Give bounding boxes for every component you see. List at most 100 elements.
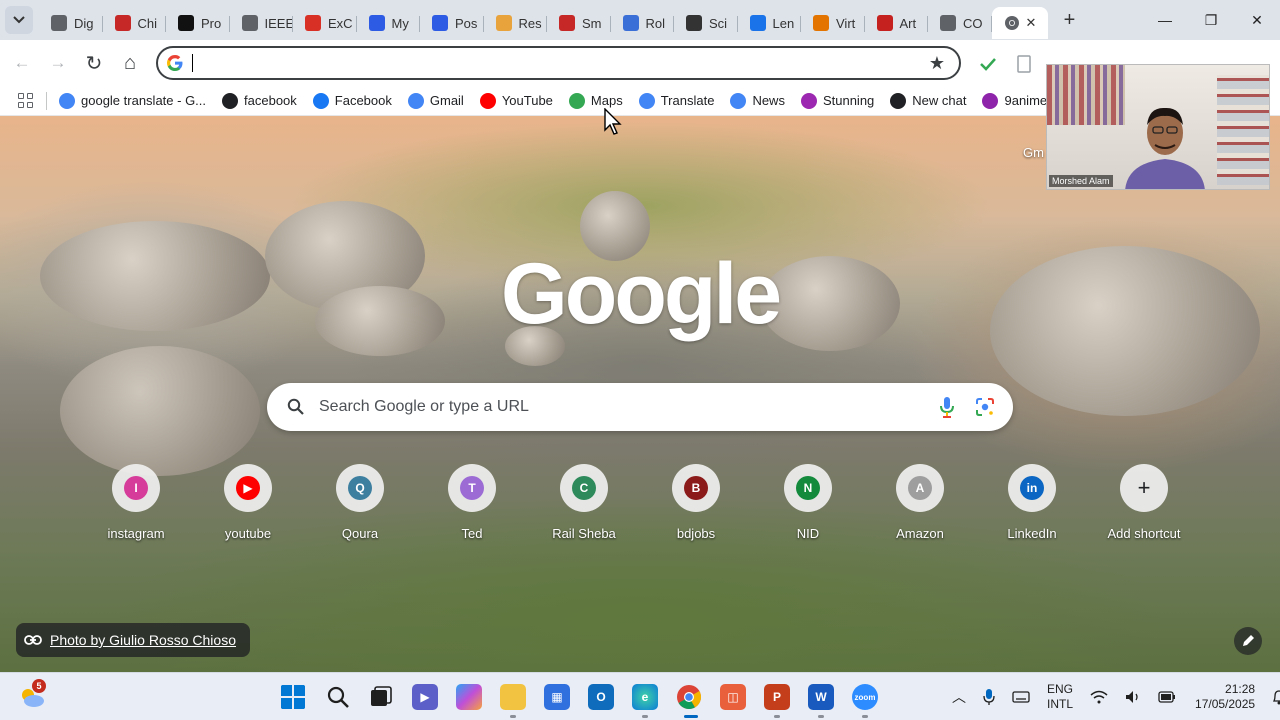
bookmark-7[interactable]: News	[730, 92, 785, 109]
shortcut-tile[interactable]: +	[1120, 464, 1168, 512]
ntp-search-box[interactable]: Search Google or type a URL	[267, 383, 1013, 431]
google-lens-icon[interactable]	[975, 397, 995, 417]
shortcut-1[interactable]: ▶ youtube	[192, 464, 304, 541]
close-window-button[interactable]: ✕	[1234, 0, 1280, 40]
shortcut-2[interactable]: Q Qoura	[304, 464, 416, 541]
shortcut-4[interactable]: C Rail Sheba	[528, 464, 640, 541]
bookmark-0[interactable]: google translate - G...	[59, 92, 206, 109]
battery-icon[interactable]	[1158, 691, 1176, 703]
tab-0[interactable]: Dig	[39, 7, 103, 39]
new-tab-button[interactable]: +	[1056, 6, 1084, 34]
shortcut-tile[interactable]: Q	[336, 464, 384, 512]
show-hidden-icons-chevron-icon[interactable]: ︿	[952, 687, 966, 707]
forward-button[interactable]: →	[42, 47, 74, 79]
bookmark-9[interactable]: New chat	[890, 92, 966, 109]
zoom-icon[interactable]: zoom	[852, 684, 878, 710]
customize-edit-button[interactable]	[1234, 627, 1262, 655]
shortcut-7[interactable]: A Amazon	[864, 464, 976, 541]
shortcut-tile[interactable]: ▶	[224, 464, 272, 512]
home-button[interactable]: ⌂	[114, 47, 146, 79]
shortcut-tile[interactable]: N	[784, 464, 832, 512]
shortcut-tile[interactable]: C	[560, 464, 608, 512]
tab-4[interactable]: ExC	[293, 7, 357, 39]
bookmark-star-icon[interactable]: ★	[929, 53, 945, 74]
bookmark-6[interactable]: Translate	[638, 92, 714, 109]
tab-3[interactable]: IEEE	[230, 7, 293, 39]
keyboard-icon[interactable]	[1012, 690, 1030, 704]
shortcut-5[interactable]: Bbdjobs	[640, 464, 752, 541]
document-extension-icon[interactable]	[1014, 55, 1034, 73]
address-bar[interactable]: ★	[156, 46, 961, 80]
tab-label: My	[391, 15, 409, 31]
clock[interactable]: 21:28 17/05/2025	[1195, 682, 1255, 712]
bookmark-4[interactable]: YouTube	[479, 92, 553, 109]
volume-icon[interactable]	[1125, 690, 1141, 704]
tab-search-button[interactable]	[5, 6, 33, 34]
tab-10[interactable]: Sci	[674, 7, 738, 39]
file-explorer-icon[interactable]	[500, 684, 526, 710]
address-input[interactable]	[201, 51, 959, 75]
google-icon	[59, 92, 75, 109]
shortcut-tile[interactable]: T	[448, 464, 496, 512]
running-indicator	[774, 715, 780, 718]
chrome-icon[interactable]	[676, 684, 702, 710]
shortcut-tile[interactable]: I	[112, 464, 160, 512]
tab-5[interactable]: My	[357, 7, 421, 39]
task-view-icon[interactable]	[368, 684, 394, 710]
copilot-icon[interactable]	[456, 684, 482, 710]
teams-icon[interactable]: ▶	[412, 684, 438, 710]
tab-8[interactable]: Sm	[547, 7, 611, 39]
shortcut-6[interactable]: N NID	[752, 464, 864, 541]
shortcut-8[interactable]: in LinkedIn	[976, 464, 1088, 541]
diamond-icon	[622, 15, 639, 31]
tab-14[interactable]: CO	[928, 7, 992, 39]
microphone-icon[interactable]	[937, 396, 957, 418]
tab-1[interactable]: Chi	[103, 7, 167, 39]
powerpoint-icon[interactable]: P	[764, 684, 790, 710]
apps-grid-icon[interactable]	[18, 92, 34, 109]
tab-label: Res	[518, 15, 542, 31]
snipping-tool-icon[interactable]: ◫	[720, 684, 746, 710]
shortcut-0[interactable]: Iinstagram	[80, 464, 192, 541]
shortcut-tile[interactable]: A	[896, 464, 944, 512]
tab-7[interactable]: Res	[484, 7, 548, 39]
microsoft-store-icon[interactable]: ▦	[544, 684, 570, 710]
gmail-link[interactable]: Gm	[1023, 145, 1044, 160]
video-call-overlay[interactable]: Morshed Alam	[1046, 64, 1270, 190]
tab-2[interactable]: Pro	[166, 7, 230, 39]
language-indicator[interactable]: ENG INTL	[1047, 682, 1073, 712]
bookmark-1[interactable]: facebook	[222, 92, 297, 109]
edge-icon[interactable]: e	[632, 684, 658, 710]
maximize-button[interactable]: ❐	[1188, 0, 1234, 40]
tab-13[interactable]: Art	[865, 7, 929, 39]
tab-12[interactable]: Virt	[801, 7, 865, 39]
shortcut-3[interactable]: T Ted	[416, 464, 528, 541]
bookmark-3[interactable]: Gmail	[407, 92, 464, 109]
bookmark-5[interactable]: Maps	[568, 92, 623, 109]
bookmark-8[interactable]: Stunning	[800, 92, 874, 109]
word-icon[interactable]: W	[808, 684, 834, 710]
shortcut-tile[interactable]: in	[1008, 464, 1056, 512]
tab-active[interactable]: ✕	[991, 7, 1048, 39]
link-icon	[24, 635, 42, 645]
mouse-cursor-icon	[604, 108, 622, 135]
close-tab-icon[interactable]: ✕	[1026, 15, 1037, 31]
minimize-button[interactable]: —	[1142, 0, 1188, 40]
shortcut-tile[interactable]: B	[672, 464, 720, 512]
photo-credit-link[interactable]: Photo by Giulio Rosso Chioso	[16, 623, 250, 657]
tab-11[interactable]: Len	[738, 7, 802, 39]
check-extension-icon[interactable]	[978, 55, 998, 73]
outlook-icon[interactable]: O	[588, 684, 614, 710]
search-icon[interactable]	[325, 684, 351, 710]
shortcut-9[interactable]: + Add shortcut	[1088, 464, 1200, 541]
notification-bell-icon[interactable]	[1272, 689, 1280, 705]
tab-6[interactable]: Pos	[420, 7, 484, 39]
microphone-icon[interactable]	[983, 688, 995, 706]
wifi-icon[interactable]	[1090, 690, 1108, 704]
tab-label: Sci	[709, 15, 728, 31]
bookmark-2[interactable]: Facebook	[312, 92, 392, 109]
back-button[interactable]: ←	[6, 47, 38, 79]
tab-9[interactable]: Rol	[611, 7, 675, 39]
reload-button[interactable]: ↻	[78, 47, 110, 79]
windows-start-icon[interactable]	[280, 684, 306, 710]
